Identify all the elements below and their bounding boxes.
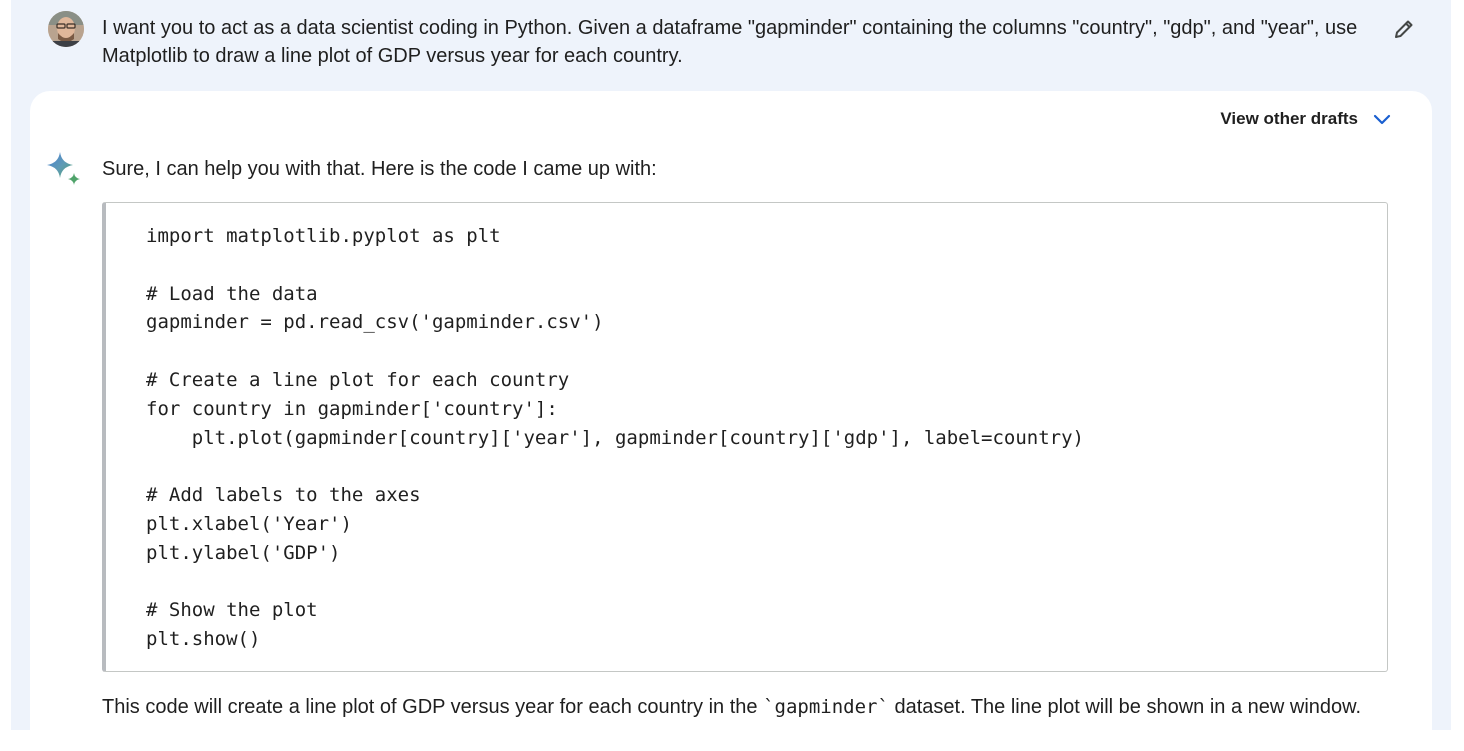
code-line: for country in gapminder['country']: [146,397,558,420]
outro-text-after: dataset. The line plot will be shown in … [888,696,1362,718]
code-line: plt.xlabel('Year') [146,512,352,535]
code-block[interactable]: import matplotlib.pyplot as plt # Load t… [102,202,1388,672]
outro-text-before: This code will create a line plot of GDP… [102,696,764,718]
code-line: plt.ylabel('GDP') [146,541,341,564]
user-prompt: I want you to act as a data scientist co… [102,17,1358,67]
pencil-icon [1395,20,1413,38]
user-turn: I want you to act as a data scientist co… [11,0,1451,90]
view-other-drafts-label: View other drafts [1220,109,1358,128]
code-line: # Load the data [146,282,318,305]
outro-inline-code: `gapminder` [763,696,889,718]
code-line: # Show the plot [146,599,318,622]
conversation-page: I want you to act as a data scientist co… [11,0,1451,751]
code-line: plt.plot(gapminder[country]['year'], gap… [146,426,1084,449]
code-line: # Create a line plot for each country [146,368,570,391]
view-other-drafts-button[interactable]: View other drafts [1220,109,1392,129]
response-outro: This code will create a line plot of GDP… [102,693,1361,721]
sparkle-icon [47,152,80,185]
response-card: View other drafts Sure, I can help you w… [30,91,1432,751]
edit-prompt-button[interactable] [1387,12,1421,46]
code-line: import matplotlib.pyplot as plt [146,225,501,247]
user-avatar-icon [48,11,84,47]
code-line: # Add labels to the axes [146,484,421,507]
chevron-down-icon [1373,114,1391,125]
code-line: gapminder = pd.read_csv('gapminder.csv') [146,311,604,334]
response-intro: Sure, I can help you with that. Here is … [102,158,657,180]
code-content[interactable]: import matplotlib.pyplot as plt # Load t… [146,222,1084,654]
code-line: plt.show() [146,628,261,651]
user-avatar [48,11,84,47]
